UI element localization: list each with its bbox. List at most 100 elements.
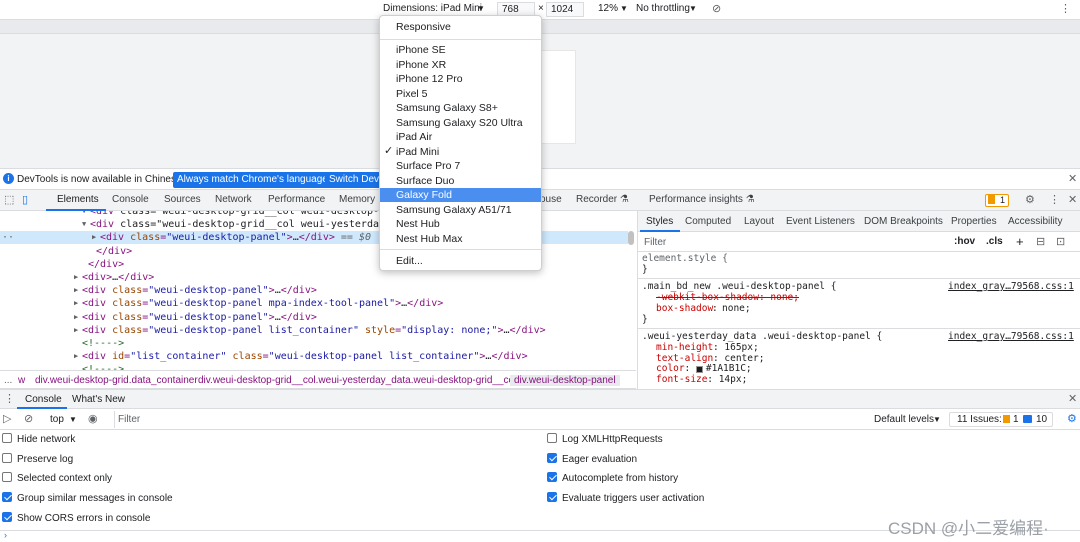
height-input[interactable]: 1024	[546, 2, 584, 17]
expand-triangle-icon[interactable]: ▶	[74, 311, 78, 324]
checkbox[interactable]	[2, 511, 12, 522]
tab-accessibility[interactable]: Accessibility	[1008, 216, 1062, 227]
expand-triangle-icon[interactable]: ▼	[82, 211, 86, 218]
expand-triangle-icon[interactable]: ▶	[74, 324, 78, 337]
tab-console[interactable]: Console	[112, 194, 149, 205]
console-settings-gear-icon[interactable]: ⚙	[1067, 412, 1077, 425]
throttling-dropdown[interactable]: No throttling	[636, 3, 690, 14]
setting-checkbox-row[interactable]: Group similar messages in console	[2, 491, 173, 507]
tab-dom-breakpoints[interactable]: DOM Breakpoints	[864, 216, 943, 227]
menu-item-surface-duo[interactable]: Surface Duo	[380, 174, 541, 188]
breadcrumb-item[interactable]: div.weui-desktop-grid__col.weui-yesterda…	[198, 375, 527, 386]
setting-checkbox-row[interactable]: Preserve log	[2, 452, 73, 468]
dom-node-line[interactable]: ▶ <div class="weui-desktop-panel">…</div>	[0, 311, 628, 324]
zoom-dropdown[interactable]: 12%	[598, 3, 618, 14]
tab-sources[interactable]: Sources	[164, 194, 201, 205]
menu-item-nest-hub[interactable]: Nest Hub	[380, 217, 541, 231]
checkbox[interactable]	[2, 452, 12, 463]
dom-node-line[interactable]: ▶ <div id="list_container" class="weui-de…	[0, 350, 628, 363]
tab-computed[interactable]: Computed	[685, 216, 731, 227]
breadcrumb-item[interactable]: div.weui-desktop-grid.data_container	[35, 375, 198, 386]
sidebar-toggle-icon[interactable]: ⊡	[1056, 235, 1065, 248]
log-levels-select[interactable]: Default levels	[874, 414, 934, 425]
rule2-prop-value[interactable]: 165px;	[724, 342, 758, 354]
menu-item-ipad-air[interactable]: iPad Air	[380, 130, 541, 144]
drawer-menu-icon[interactable]: ⋮	[4, 392, 15, 405]
dom-node-line[interactable]: ▶ <div class="weui-desktop-panel list_con…	[0, 324, 628, 337]
menu-item-galaxy-a51[interactable]: Samsung Galaxy A51/71	[380, 203, 541, 217]
tab-performance-insights[interactable]: Performance insights ⚗	[649, 194, 755, 205]
tab-performance[interactable]: Performance	[268, 194, 325, 205]
menu-item-edit[interactable]: Edit...	[380, 254, 541, 268]
rule2-prop-name[interactable]: min-height	[656, 342, 713, 354]
setting-checkbox-row[interactable]: Evaluate triggers user activation	[547, 491, 704, 507]
rule1-prop-name[interactable]: box-shadow	[656, 303, 713, 315]
rule2-prop-value[interactable]: 14px;	[719, 374, 748, 386]
rule2-selector[interactable]: .weui-yesterday_data .weui-desktop-panel…	[642, 331, 882, 343]
checkbox[interactable]	[2, 472, 12, 483]
menu-item-iphone-se[interactable]: iPhone SE	[380, 43, 541, 57]
hov-toggle[interactable]: :hov	[954, 236, 975, 247]
cls-toggle[interactable]: .cls	[986, 236, 1003, 247]
checkbox[interactable]	[547, 433, 557, 443]
menu-item-iphone-12-pro[interactable]: iPhone 12 Pro	[380, 72, 541, 86]
element-style-selector[interactable]: element.style {	[642, 253, 728, 265]
device-toggle-icon[interactable]: ▯	[22, 193, 28, 206]
console-filter-input[interactable]	[114, 411, 864, 428]
tab-properties[interactable]: Properties	[951, 216, 997, 227]
close-icon[interactable]: ✕	[1068, 172, 1077, 185]
dom-node-line[interactable]: ▶ <div>…</div>	[0, 271, 628, 284]
tab-elements[interactable]: Elements	[57, 194, 99, 205]
menu-item-nest-hub-max[interactable]: Nest Hub Max	[380, 232, 541, 246]
breadcrumb-item[interactable]: w	[18, 375, 25, 386]
always-match-language-button[interactable]: Always match Chrome's language	[173, 172, 332, 188]
rule1-prop-overridden[interactable]: -webkit-box-shadow: none;	[656, 292, 799, 304]
rule2-source-link[interactable]: index_gray…79568.css:1	[948, 331, 1074, 343]
checkbox[interactable]	[547, 452, 557, 463]
sidebar-toggle-icon[interactable]: ▷	[3, 412, 11, 425]
tab-lighthouse[interactable]: ouse	[540, 194, 562, 205]
breadcrumb-overflow[interactable]: ...	[4, 375, 12, 386]
menu-item-pixel-5[interactable]: Pixel 5	[380, 87, 541, 101]
menu-item-galaxy-s8[interactable]: Samsung Galaxy S8+	[380, 101, 541, 115]
tab-network[interactable]: Network	[215, 194, 252, 205]
more-options-icon[interactable]: ⋮	[1060, 2, 1071, 15]
drawer-tab-whats-new[interactable]: What's New	[72, 394, 125, 405]
clear-console-icon[interactable]: ⊘	[24, 412, 33, 425]
settings-gear-icon[interactable]: ⚙	[1025, 193, 1035, 206]
switch-devtools-button[interactable]: Switch DevT	[325, 172, 381, 188]
inspect-icon[interactable]: ⬚	[4, 193, 14, 206]
menu-item-iphone-xr[interactable]: iPhone XR	[380, 58, 541, 72]
expand-triangle-icon[interactable]: ▶	[74, 271, 78, 284]
tab-layout[interactable]: Layout	[744, 216, 774, 227]
dom-node-line[interactable]: <!---->	[0, 363, 628, 370]
setting-checkbox-row[interactable]: Log XMLHttpRequests	[547, 432, 663, 448]
expand-triangle-icon[interactable]: ▼	[82, 218, 86, 231]
drawer-tab-console[interactable]: Console	[25, 394, 62, 405]
expand-triangle-icon[interactable]: ▶	[92, 231, 96, 244]
more-options-icon[interactable]: ⋮	[1049, 193, 1060, 206]
context-select[interactable]: top	[50, 414, 64, 425]
dom-node-line[interactable]: <!---->	[0, 337, 628, 350]
expand-triangle-icon[interactable]: ▶	[74, 297, 78, 310]
close-icon[interactable]: ✕	[1068, 392, 1077, 405]
setting-checkbox-row[interactable]: Eager evaluation	[547, 452, 637, 468]
menu-item-surface-pro-7[interactable]: Surface Pro 7	[380, 159, 541, 173]
setting-checkbox-row[interactable]: Autocomplete from history	[547, 471, 678, 487]
dom-node-line[interactable]: ▶ <div class="weui-desktop-panel mpa-inde…	[0, 297, 628, 310]
rule1-prop-value[interactable]: none;	[722, 303, 751, 315]
expand-triangle-icon[interactable]: ▶	[74, 350, 78, 363]
styles-filter-input[interactable]: Filter	[644, 237, 666, 248]
new-rule-icon[interactable]: +	[1016, 234, 1024, 249]
tab-recorder[interactable]: Recorder ⚗	[576, 194, 629, 205]
breadcrumb-item-selected[interactable]: div.weui-desktop-panel	[510, 375, 620, 386]
close-icon[interactable]: ✕	[1068, 193, 1077, 206]
dom-node-line[interactable]: ▶ <div class="weui-desktop-panel">…</div>	[0, 284, 628, 297]
computed-styles-icon[interactable]: ⊟	[1036, 235, 1045, 248]
rule1-source-link[interactable]: index_gray…79568.css:1	[948, 281, 1074, 293]
checkbox[interactable]	[547, 472, 557, 483]
tab-event-listeners[interactable]: Event Listeners	[786, 216, 855, 227]
scrollbar-thumb[interactable]	[628, 231, 634, 245]
expand-triangle-icon[interactable]: ▶	[74, 284, 78, 297]
eye-icon[interactable]: ◉	[88, 412, 98, 425]
